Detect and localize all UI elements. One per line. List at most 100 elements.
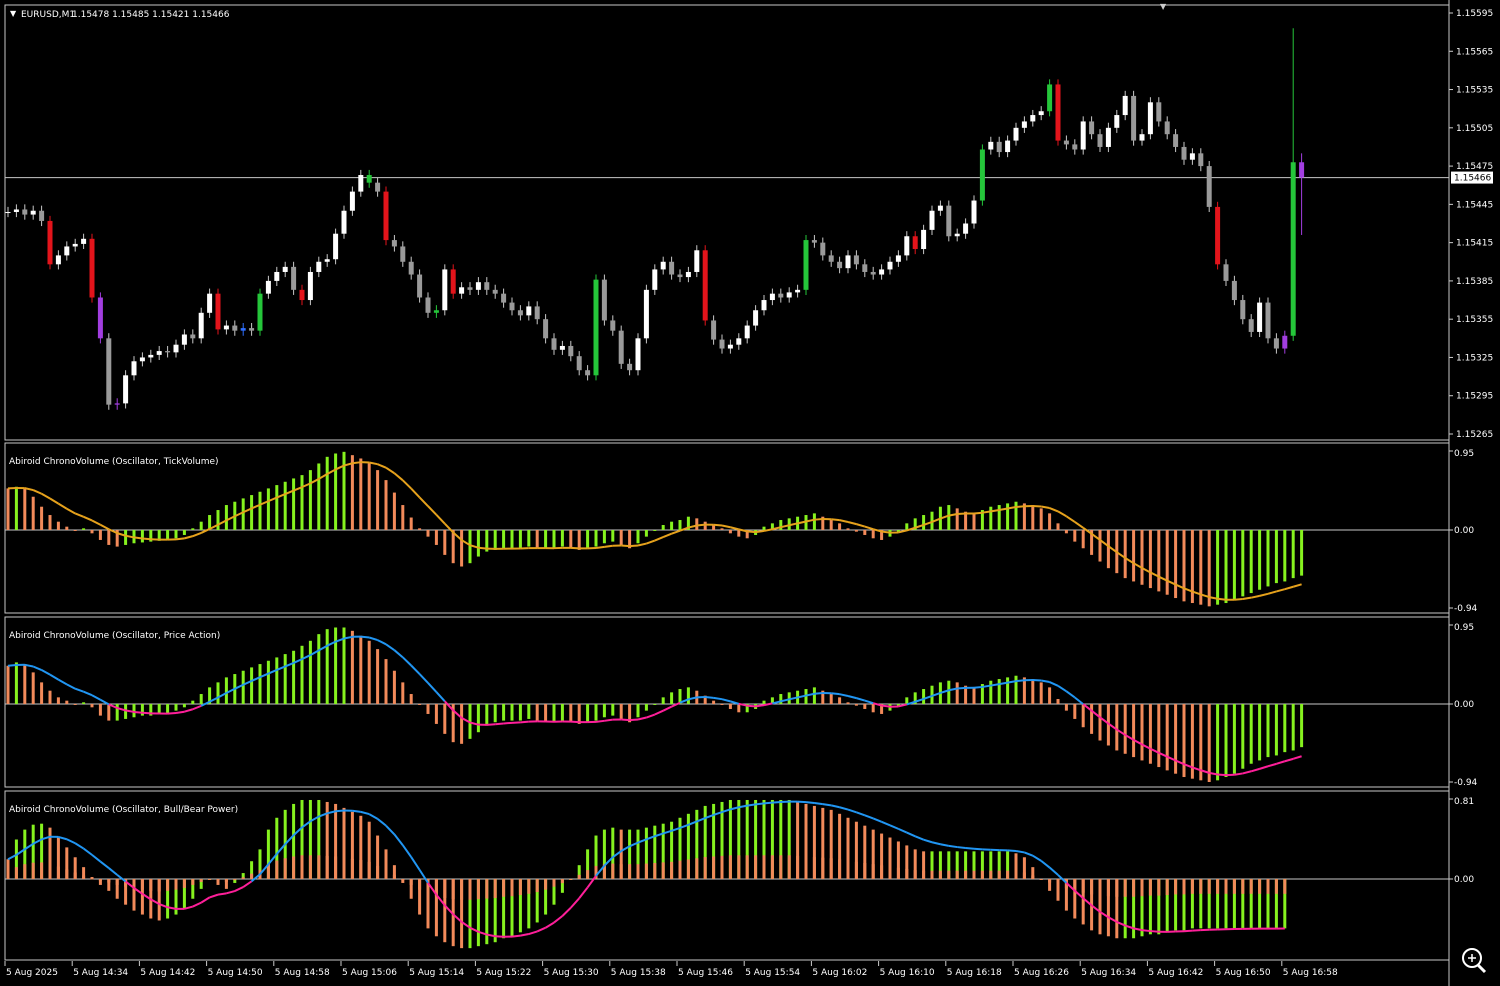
candle[interactable] xyxy=(106,333,112,410)
candle[interactable] xyxy=(307,266,313,306)
candle[interactable] xyxy=(643,284,649,344)
histogram-bar-inner xyxy=(418,879,422,890)
candle[interactable] xyxy=(601,274,607,326)
candle[interactable] xyxy=(702,245,708,326)
signal-line-segment xyxy=(503,721,513,725)
histogram-bar-inner xyxy=(241,877,245,879)
candle[interactable] xyxy=(333,228,339,265)
histogram-bar xyxy=(6,665,10,704)
candle[interactable] xyxy=(593,274,599,381)
histogram-bar xyxy=(1224,530,1228,604)
candle[interactable] xyxy=(215,288,221,335)
histogram-bar-inner xyxy=(342,857,346,879)
candle-body xyxy=(1047,84,1053,112)
candle[interactable] xyxy=(1265,297,1271,344)
trading-chart[interactable]: 1.15595 1.15565 1.15535 1.15505 1.15475 1.154… xyxy=(0,0,1500,986)
candle[interactable] xyxy=(450,264,456,299)
histogram-bar-inner xyxy=(863,863,867,879)
candle-body xyxy=(156,351,162,355)
histogram-bar xyxy=(1022,503,1026,530)
candle-body xyxy=(291,266,297,290)
osc-tick-label: 0.00 xyxy=(1454,700,1474,710)
candle-body xyxy=(316,261,322,272)
histogram-bar xyxy=(779,520,783,530)
candle-body xyxy=(778,293,784,298)
histogram-bar xyxy=(434,704,438,724)
histogram-bar xyxy=(493,530,497,550)
signal-line-segment xyxy=(486,723,496,726)
histogram-bar xyxy=(241,498,245,530)
histogram-bar xyxy=(1039,682,1043,704)
histogram-bar xyxy=(1182,704,1186,778)
candle[interactable] xyxy=(1055,79,1061,146)
signal-line-segment xyxy=(360,635,370,639)
signal-line-segment xyxy=(1015,679,1025,683)
histogram-bar xyxy=(1207,704,1211,782)
time-tick-label: 5 Aug 15:22 xyxy=(476,968,531,978)
histogram-bar xyxy=(1006,677,1010,704)
candle-body xyxy=(559,345,565,350)
time-tick-label: 5 Aug 16:10 xyxy=(880,968,935,978)
candle-body xyxy=(391,240,397,247)
candle[interactable] xyxy=(946,200,952,242)
candle[interactable] xyxy=(442,264,448,316)
histogram-bar xyxy=(434,530,438,545)
candle-body xyxy=(627,363,633,371)
candle[interactable] xyxy=(257,288,263,336)
candle[interactable] xyxy=(198,307,204,344)
histogram-bar-inner xyxy=(569,879,573,880)
histogram-bar-inner xyxy=(1190,879,1194,894)
candle-body xyxy=(929,210,935,230)
signal-line-segment xyxy=(1015,850,1025,854)
candle[interactable] xyxy=(1080,116,1086,155)
candle[interactable] xyxy=(97,292,103,344)
candle[interactable] xyxy=(123,370,129,409)
candle[interactable] xyxy=(1257,297,1263,338)
histogram-bar xyxy=(460,530,464,567)
histogram-bar xyxy=(367,463,371,530)
histogram-bar-inner xyxy=(1014,871,1018,879)
candle[interactable] xyxy=(979,144,985,206)
candle[interactable] xyxy=(1131,90,1137,146)
histogram-bar xyxy=(443,704,447,734)
candle[interactable] xyxy=(47,215,53,270)
candle[interactable] xyxy=(635,333,641,376)
histogram-bar xyxy=(955,508,959,530)
histogram-bar xyxy=(476,704,480,733)
candle-body xyxy=(610,320,616,331)
candle[interactable] xyxy=(1147,97,1153,140)
histogram-bar xyxy=(812,687,816,704)
candle-body xyxy=(1299,162,1305,178)
candle-body xyxy=(988,141,994,150)
histogram-bar-inner xyxy=(728,855,732,879)
candle-body xyxy=(1114,115,1120,128)
histogram-bar xyxy=(166,530,170,540)
candle[interactable] xyxy=(1206,160,1212,213)
candle-body xyxy=(795,289,801,293)
histogram-bar xyxy=(1291,530,1295,579)
candle[interactable] xyxy=(1215,201,1221,270)
histogram-bar xyxy=(871,704,875,713)
histogram-bar-inner xyxy=(695,858,699,879)
histogram-bar xyxy=(107,704,111,721)
histogram-bar-inner xyxy=(6,873,10,879)
dropdown-arrow-icon[interactable]: ▼ xyxy=(10,9,17,18)
histogram-bar-inner xyxy=(812,857,816,879)
candle-body xyxy=(543,319,549,339)
histogram-bar xyxy=(266,488,270,530)
candle-body xyxy=(736,338,742,345)
histogram-bar xyxy=(40,682,44,704)
histogram-bar-inner xyxy=(1283,879,1287,894)
candle-body xyxy=(1080,121,1086,150)
candle[interactable] xyxy=(89,233,95,303)
candle[interactable] xyxy=(1047,79,1053,117)
histogram-bar-inner xyxy=(350,858,354,879)
candle[interactable] xyxy=(803,234,809,295)
histogram-bar xyxy=(31,496,35,530)
candle[interactable] xyxy=(618,325,624,369)
shift-marker-icon[interactable]: ▼ xyxy=(1160,2,1167,11)
candle[interactable] xyxy=(383,186,389,246)
candle-body xyxy=(1038,111,1044,116)
histogram-bar-inner xyxy=(40,862,44,879)
candle-body xyxy=(971,200,977,224)
